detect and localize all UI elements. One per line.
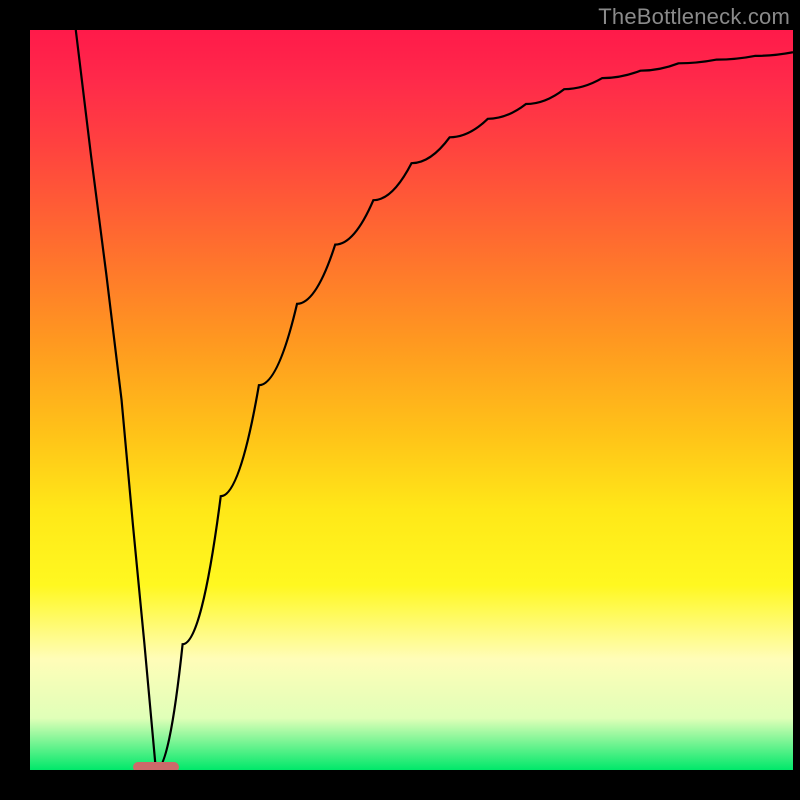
chart-frame: TheBottleneck.com	[0, 0, 800, 800]
plot-area	[30, 30, 793, 770]
curve-right-branch	[156, 52, 793, 770]
minimum-marker	[133, 762, 179, 770]
bottleneck-curve	[30, 30, 793, 770]
watermark-text: TheBottleneck.com	[598, 4, 790, 30]
curve-left-branch	[76, 30, 156, 770]
